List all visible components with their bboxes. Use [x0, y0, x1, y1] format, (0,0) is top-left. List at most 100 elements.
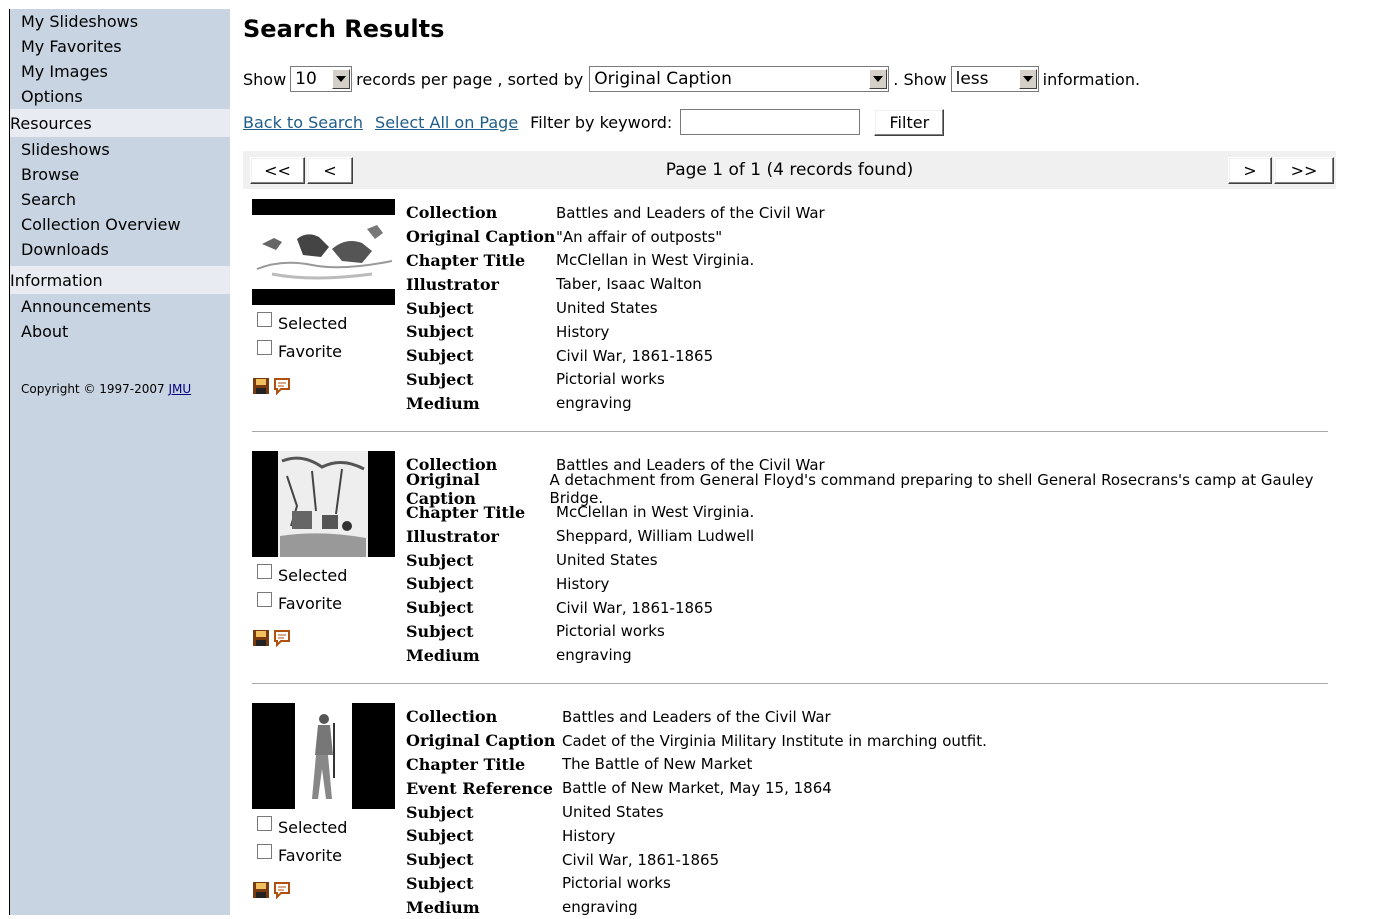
record-checks: Selected Favorite [257, 309, 347, 365]
record-checks: Selected Favorite [257, 561, 347, 617]
favorite-checkbox[interactable] [257, 591, 272, 607]
sidebar-item-options[interactable]: Options [10, 84, 230, 109]
field-label: Subject [406, 826, 474, 846]
record-actions [252, 629, 291, 647]
field-row: Subject History [406, 572, 1336, 596]
select-all-on-page-link[interactable]: Select All on Page [375, 113, 518, 132]
sidebar-item-slideshows[interactable]: Slideshows [10, 137, 230, 162]
field-row: Subject Civil War, 1861-1865 [406, 848, 987, 872]
record-fields: Collection Battles and Leaders of the Civ… [406, 705, 987, 919]
field-row: Subject History [406, 824, 987, 848]
last-page-button[interactable]: >> [1274, 157, 1334, 184]
floppy-disk-icon[interactable] [252, 629, 270, 647]
keyword-filter-input[interactable] [680, 109, 861, 135]
per-page-select[interactable]: 10 [290, 66, 353, 92]
field-label: Subject [406, 802, 474, 822]
field-row: Medium engraving [406, 895, 987, 919]
field-value: Battle of New Market, May 15, 1864 [562, 779, 832, 798]
field-row: Event Reference Battle of New Market, May… [406, 776, 987, 800]
field-value: Battles and Leaders of the Civil War [562, 707, 831, 726]
records-per-page-label: records per page , sorted by [356, 69, 584, 89]
speech-bubble-icon[interactable] [273, 377, 291, 395]
record-actions [252, 377, 291, 395]
chevron-down-icon[interactable] [869, 69, 888, 89]
field-label: Event Reference [406, 778, 553, 798]
sidebar-item-my-favorites[interactable]: My Favorites [10, 34, 230, 59]
field-value: engraving [556, 646, 632, 665]
sidebar-item-downloads[interactable]: Downloads [10, 237, 230, 262]
first-page-button[interactable]: << [250, 157, 305, 184]
chevron-down-icon[interactable] [1018, 69, 1037, 89]
jmu-link[interactable]: JMU [169, 382, 192, 396]
field-value: Pictorial works [562, 874, 671, 893]
copyright: Copyright © 1997-2007 JMU [10, 382, 230, 396]
thumbnail-image[interactable] [252, 199, 395, 305]
filter-label: Filter by keyword: [530, 112, 673, 132]
info-level-value: less [955, 69, 989, 89]
field-label: Subject [406, 298, 474, 318]
display-options: Show 10 records per page , sorted by Ori… [243, 59, 1336, 99]
sidebar-item-search[interactable]: Search [10, 187, 230, 212]
next-page-button[interactable]: > [1228, 157, 1272, 184]
back-to-search-link[interactable]: Back to Search [243, 113, 363, 132]
field-label: Chapter Title [406, 502, 526, 522]
sidebar-item-browse[interactable]: Browse [10, 162, 230, 187]
favorite-checkbox[interactable] [257, 843, 272, 859]
field-label: Subject [406, 322, 474, 342]
info-level-select[interactable]: less [950, 66, 1039, 92]
selected-label: Selected [278, 817, 348, 837]
record-fields: Collection Battles and Leaders of the Civ… [406, 453, 1336, 667]
floppy-disk-icon[interactable] [252, 881, 270, 899]
field-label: Collection [406, 707, 498, 727]
speech-bubble-icon[interactable] [273, 629, 291, 647]
sidebar-header-resources: Resources [10, 109, 230, 137]
floppy-disk-icon[interactable] [252, 377, 270, 395]
favorite-label: Favorite [278, 593, 342, 613]
field-value: Battles and Leaders of the Civil War [556, 203, 825, 222]
sort-select[interactable]: Original Caption [589, 66, 890, 92]
selected-checkbox[interactable] [257, 563, 272, 579]
field-label: Chapter Title [406, 754, 526, 774]
thumbnail-image[interactable] [252, 703, 395, 809]
sidebar-item-announcements[interactable]: Announcements [10, 294, 230, 319]
sidebar-item-about[interactable]: About [10, 319, 230, 344]
field-value: United States [556, 299, 658, 318]
favorite-checkbox[interactable] [257, 339, 272, 355]
field-label: Illustrator [406, 526, 499, 546]
field-value: History [562, 826, 616, 845]
sidebar-header-information: Information [10, 266, 230, 294]
field-row: Subject Pictorial works [406, 872, 987, 896]
speech-bubble-icon[interactable] [273, 881, 291, 899]
sidebar-item-my-images[interactable]: My Images [10, 59, 230, 84]
information-label: information. [1042, 69, 1141, 89]
selected-checkbox[interactable] [257, 311, 272, 327]
field-label: Subject [406, 369, 474, 389]
page-info: Page 1 of 1 (4 records found) [665, 160, 914, 180]
field-value: The Battle of New Market [562, 755, 753, 774]
prev-page-button[interactable]: < [307, 157, 353, 184]
sidebar-item-collection-overview[interactable]: Collection Overview [10, 212, 230, 237]
field-value: Civil War, 1861-1865 [556, 598, 714, 617]
field-label: Subject [406, 574, 474, 594]
field-row: Subject United States [406, 800, 987, 824]
field-row: Medium engraving [406, 643, 1336, 667]
selected-checkbox[interactable] [257, 815, 272, 831]
record-checks: Selected Favorite [257, 813, 347, 869]
field-row: Original Caption "An affair of outposts" [406, 225, 825, 249]
field-label: Medium [406, 897, 480, 917]
sort-value: Original Caption [594, 69, 732, 89]
chevron-down-icon[interactable] [332, 69, 351, 89]
record-actions [252, 881, 291, 899]
sidebar-item-my-slideshows[interactable]: My Slideshows [10, 9, 230, 34]
action-row: Back to Search Select All on Page Filter… [243, 107, 1336, 137]
thumbnail-image[interactable] [252, 451, 395, 557]
favorite-label: Favorite [278, 341, 342, 361]
field-value: Sheppard, William Ludwell [556, 527, 755, 546]
field-value: History [556, 322, 610, 341]
field-value: History [556, 574, 610, 593]
field-row: Illustrator Sheppard, William Ludwell [406, 524, 1336, 548]
field-row: Subject Civil War, 1861-1865 [406, 596, 1336, 620]
field-label: Subject [406, 850, 474, 870]
filter-button[interactable]: Filter [874, 108, 945, 136]
show-label: Show [243, 69, 287, 89]
